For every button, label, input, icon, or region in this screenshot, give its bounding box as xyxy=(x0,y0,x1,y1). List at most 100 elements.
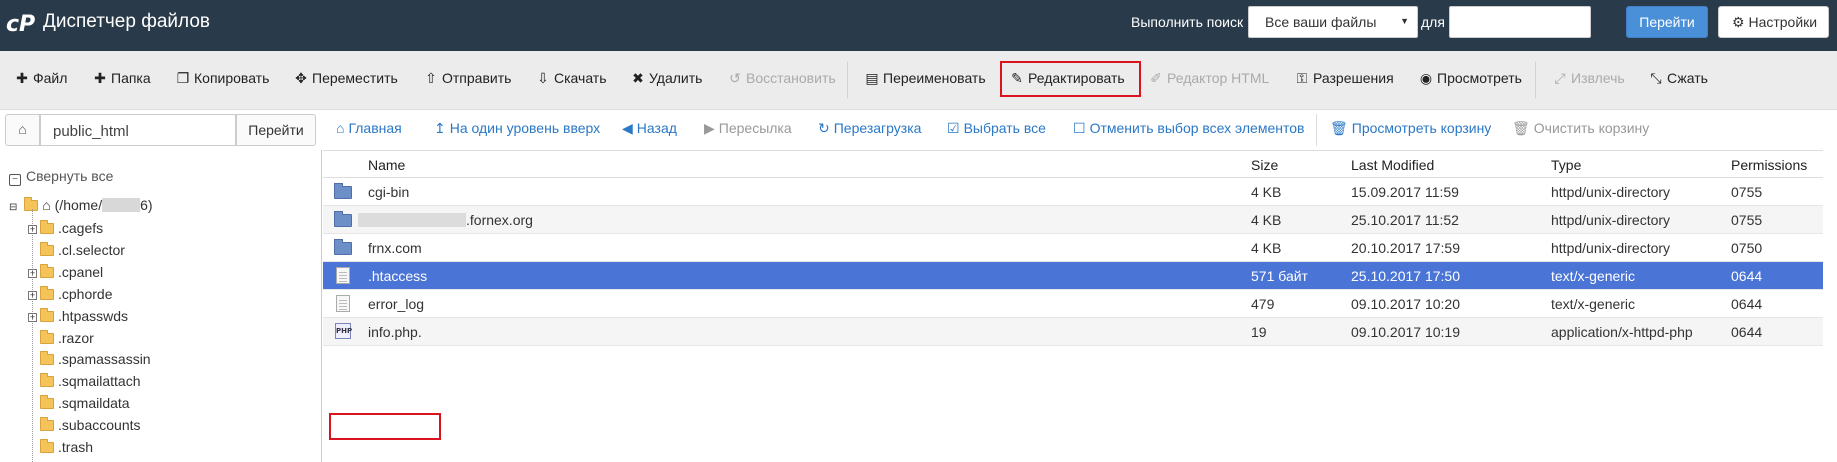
tree-item-label: .razor xyxy=(58,329,94,346)
checkbox-empty-icon: ☐ xyxy=(1073,120,1086,136)
folder-icon xyxy=(40,351,54,366)
svg-text:cP: cP xyxy=(6,12,35,36)
path-navigation-bar: ⌂ public_html Перейти ⌂ Главная ↥ На один … xyxy=(0,110,1837,150)
path-go-button[interactable]: Перейти xyxy=(236,114,316,146)
file-name: .fornex.org xyxy=(358,212,533,228)
settings-button[interactable]: ⚙ Настройки xyxy=(1718,6,1829,38)
undo-icon: ↺ xyxy=(729,70,741,86)
path-input[interactable]: public_html xyxy=(40,114,236,146)
file-modified: 09.10.2017 10:19 xyxy=(1351,324,1460,340)
expand-plus-icon[interactable]: + xyxy=(28,290,37,300)
eye-icon: ◉ xyxy=(1419,70,1433,86)
new-file-button[interactable]: ✚ Файл xyxy=(14,70,67,87)
file-modified: 25.10.2017 17:50 xyxy=(1351,268,1460,284)
redacted-username xyxy=(102,198,141,212)
search-go-button[interactable]: Перейти xyxy=(1626,6,1708,38)
tree-item[interactable]: + .cpanel xyxy=(28,263,103,284)
tree-item[interactable]: .sqmaildata xyxy=(28,395,130,415)
folder-icon xyxy=(40,263,54,278)
gear-icon: ⚙ xyxy=(1732,14,1745,30)
folder-icon xyxy=(40,220,54,234)
collapse-toggle-icon: ⊟ xyxy=(9,202,18,213)
compress-icon: ⤡ xyxy=(1650,70,1662,86)
column-header-size[interactable]: Size xyxy=(1251,157,1278,173)
copy-button[interactable]: ❐ Копировать xyxy=(175,70,270,87)
search-scope-select[interactable]: Все ваши файлы ▼ xyxy=(1248,6,1418,38)
table-row[interactable]: .fornex.org 4 KB 25.10.2017 11:52 httpd/uni… xyxy=(323,206,1823,234)
tree-item[interactable]: .sqmailattach xyxy=(28,373,140,393)
html-editor-button[interactable]: ✐ Редактор HTML xyxy=(1148,70,1269,87)
column-header-type[interactable]: Type xyxy=(1551,157,1581,173)
tree-item-label: .subaccounts xyxy=(58,417,141,434)
tree-item-label: .trash xyxy=(58,439,94,455)
folder-icon xyxy=(40,307,54,322)
view-button[interactable]: ◉ Просмотреть xyxy=(1418,70,1522,87)
tree-item[interactable]: + .cagefs xyxy=(28,220,103,240)
new-folder-button[interactable]: ✚ Папка xyxy=(92,70,151,87)
file-size: 19 xyxy=(1251,324,1267,340)
file-permissions: 0644 xyxy=(1731,324,1763,340)
tree-item-label: .htpasswds xyxy=(58,307,129,324)
folder-icon xyxy=(334,211,352,227)
upload-button[interactable]: ⇧ Отправить xyxy=(423,70,511,87)
file-permissions: 0755 xyxy=(1731,184,1763,200)
arrow-right-icon: ▶ xyxy=(704,120,715,136)
folder-icon xyxy=(40,285,54,300)
file-size: 571 байт xyxy=(1251,268,1308,284)
tree-item[interactable]: + .htpasswds xyxy=(28,307,129,328)
nav-view-trash-link[interactable]: 🗑 Просмотреть корзину xyxy=(1330,120,1491,137)
toolbar-divider xyxy=(1535,62,1536,98)
nav-reload-link[interactable]: ↻ Перезагрузка xyxy=(818,120,921,137)
home-button[interactable]: ⌂ xyxy=(5,114,40,146)
table-row[interactable]: error_log 479 09.10.2017 10:20 text/x-gener… xyxy=(323,290,1823,318)
trash-icon: 🗑 xyxy=(1330,120,1348,136)
extract-button[interactable]: ⤢ Извлечь xyxy=(1552,70,1624,87)
tree-item[interactable]: .cl.selector xyxy=(28,241,125,262)
home-icon: ⌂ xyxy=(42,197,51,213)
move-button[interactable]: ✥ Переместить xyxy=(293,70,398,87)
expand-plus-icon[interactable]: + xyxy=(28,225,37,234)
nav-up-level-link[interactable]: ↥ На один уровень вверх xyxy=(434,120,600,137)
nav-home-link[interactable]: ⌂ Главная xyxy=(336,120,402,136)
nav-deselect-all-link[interactable]: ☐ Отменить выбор всех элементов xyxy=(1073,120,1304,137)
cpanel-logo-icon: cP xyxy=(6,12,35,36)
table-row[interactable]: cgi-bin 4 KB 15.09.2017 11:59 httpd/unix-di… xyxy=(323,178,1823,206)
expand-plus-icon[interactable]: + xyxy=(28,312,37,322)
expand-plus-icon[interactable]: + xyxy=(28,268,37,278)
refresh-icon: ↻ xyxy=(818,120,830,136)
level-up-icon: ↥ xyxy=(434,120,446,136)
restore-button[interactable]: ↺ Восстановить xyxy=(727,70,836,87)
nav-forward-link[interactable]: ▶ Пересылка xyxy=(704,120,792,137)
column-header-permissions[interactable]: Permissions xyxy=(1731,157,1807,173)
nav-back-link[interactable]: ◀ Назад xyxy=(622,120,677,137)
home-icon: ⌂ xyxy=(336,120,345,136)
search-input[interactable] xyxy=(1449,6,1591,38)
search-for-label: для xyxy=(1421,14,1445,30)
tree-item[interactable]: .trash xyxy=(28,439,93,459)
tree-item[interactable]: .razor xyxy=(28,329,94,350)
tree-item[interactable]: .spamassassin xyxy=(28,351,151,371)
nav-empty-trash-link[interactable]: 🗑 Очистить корзину xyxy=(1512,120,1649,137)
plus-icon: ✚ xyxy=(94,70,106,86)
column-header-name[interactable]: Name xyxy=(368,157,405,173)
nav-select-all-link[interactable]: ☑ Выбрать все xyxy=(947,120,1046,137)
tree-item[interactable]: .subaccounts xyxy=(28,417,141,437)
table-header: Name Size Last Modified Type Permissions xyxy=(323,150,1823,178)
compress-button[interactable]: ⤡ Сжать xyxy=(1648,70,1708,87)
delete-button[interactable]: ✖ Удалить xyxy=(630,70,702,87)
file-permissions: 0755 xyxy=(1731,212,1763,228)
tree-item[interactable]: + .cphorde xyxy=(28,285,112,306)
action-toolbar: ✚ Файл ✚ Папка ❐ Копировать ✥ Переместить ⇧ О… xyxy=(0,51,1837,110)
toolbar-divider xyxy=(847,62,848,98)
rename-button[interactable]: ▤ Переименовать xyxy=(864,70,985,87)
tree-root[interactable]: ⊟ ⌂ (/home/6) xyxy=(9,197,153,213)
column-header-modified[interactable]: Last Modified xyxy=(1351,157,1434,173)
table-row[interactable]: PHP info.php. 19 09.10.2017 10:19 applicatio… xyxy=(323,318,1823,346)
table-row[interactable]: frnx.com 4 KB 20.10.2017 17:59 httpd/unix-d… xyxy=(323,234,1823,262)
table-row[interactable]: .htaccess 571 байт 25.10.2017 17:50 text/x-… xyxy=(323,262,1823,290)
collapse-all-link[interactable]: − Свернуть все xyxy=(9,168,113,186)
arrow-left-icon: ◀ xyxy=(622,120,633,136)
key-icon: ⚿ xyxy=(1296,70,1308,86)
permissions-button[interactable]: ⚿ Разрешения xyxy=(1294,70,1394,87)
download-button[interactable]: ⇩ Скачать xyxy=(535,70,606,87)
